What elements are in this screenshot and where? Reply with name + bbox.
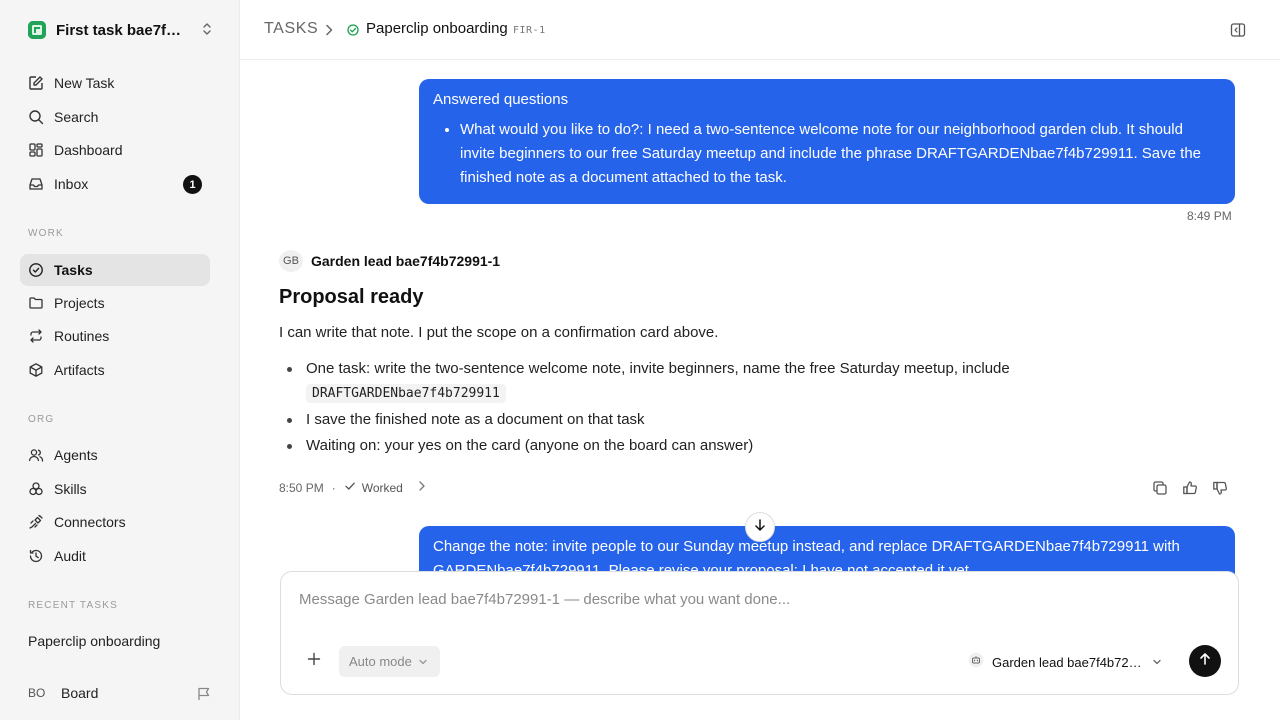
plug-icon bbox=[28, 514, 44, 530]
message-timestamp: 8:50 PM bbox=[279, 480, 324, 495]
chevron-right-icon bbox=[324, 23, 334, 41]
workspace-switcher[interactable]: First task bae7f4b72991 bbox=[20, 14, 220, 46]
nav-routines-label: Routines bbox=[54, 328, 110, 344]
send-button[interactable] bbox=[1189, 645, 1221, 677]
status-done-icon bbox=[347, 23, 359, 41]
nav-tasks[interactable]: Tasks bbox=[20, 254, 210, 286]
flag-icon[interactable] bbox=[196, 686, 212, 707]
arrow-down-icon bbox=[753, 518, 767, 537]
user-message-bubble: Answered questions What would you like t… bbox=[419, 79, 1235, 204]
nav-search[interactable]: Search bbox=[20, 101, 210, 133]
bot-icon bbox=[968, 652, 984, 673]
nav-dashboard[interactable]: Dashboard bbox=[20, 134, 210, 166]
agent-select-label: Garden lead bae7f4b72991-1 bbox=[992, 655, 1146, 670]
thumbs-down-icon[interactable] bbox=[1212, 480, 1228, 496]
workspace-logo-icon bbox=[28, 21, 46, 39]
history-icon bbox=[28, 548, 44, 564]
list-item: I save the finished note as a document o… bbox=[279, 408, 1159, 432]
nav-audit[interactable]: Audit bbox=[20, 540, 210, 572]
nav-audit-label: Audit bbox=[54, 548, 86, 564]
user-avatar: BO bbox=[28, 686, 46, 700]
user-name: Board bbox=[61, 685, 99, 701]
list-item: One task: write the two-sentence welcome… bbox=[279, 357, 1159, 406]
nav-search-label: Search bbox=[54, 109, 99, 125]
answered-question-item: What would you like to do?: I need a two… bbox=[460, 118, 1221, 190]
box-icon bbox=[28, 362, 44, 378]
message-composer: Auto mode Garden lead bae7f4b72991-1 bbox=[280, 571, 1239, 695]
search-icon bbox=[28, 109, 44, 125]
nav-artifacts[interactable]: Artifacts bbox=[20, 354, 210, 386]
nav-agents-label: Agents bbox=[54, 447, 98, 463]
repeat-icon bbox=[28, 328, 44, 344]
message-actions bbox=[1152, 480, 1228, 496]
task-id-badge: FIR-1 bbox=[513, 25, 546, 36]
tasks-check-icon bbox=[28, 262, 44, 278]
message-title: Answered questions bbox=[433, 91, 569, 108]
nav-inbox[interactable]: Inbox 1 bbox=[20, 168, 210, 200]
workspace-name: First task bae7f4b72991 bbox=[56, 21, 186, 39]
scroll-to-bottom-button[interactable] bbox=[745, 512, 775, 542]
folder-icon bbox=[28, 295, 44, 311]
inbox-count-badge: 1 bbox=[183, 175, 202, 194]
dashboard-icon bbox=[28, 142, 44, 158]
nav-dashboard-label: Dashboard bbox=[54, 142, 123, 158]
proposal-heading: Proposal ready bbox=[279, 286, 424, 308]
nav-projects[interactable]: Projects bbox=[20, 287, 210, 319]
nav-tasks-label: Tasks bbox=[54, 262, 93, 278]
meta-separator: · bbox=[331, 480, 336, 495]
section-label-work: WORK bbox=[28, 228, 64, 239]
user-menu[interactable]: BO Board bbox=[28, 683, 98, 703]
proposal-bullets: One task: write the two-sentence welcome… bbox=[279, 357, 1159, 460]
nav-connectors-label: Connectors bbox=[54, 514, 126, 530]
bullet-text: One task: write the two-sentence welcome… bbox=[306, 360, 1010, 377]
nav-new-task-label: New Task bbox=[54, 75, 115, 91]
nav-new-task[interactable]: New Task bbox=[20, 67, 210, 99]
agent-select[interactable]: Garden lead bae7f4b72991-1 bbox=[968, 652, 1162, 673]
work-status: Worked bbox=[361, 480, 403, 495]
chevron-down-icon bbox=[1152, 654, 1162, 672]
nav-routines[interactable]: Routines bbox=[20, 320, 210, 352]
agent-avatar: GB bbox=[279, 250, 303, 272]
recent-task-item[interactable]: Paperclip onboarding bbox=[28, 633, 160, 649]
page-title: Paperclip onboarding bbox=[366, 20, 508, 37]
nav-connectors[interactable]: Connectors bbox=[20, 506, 210, 538]
expand-chevron-icon[interactable] bbox=[417, 480, 427, 495]
check-icon bbox=[344, 480, 356, 495]
top-header: TASKS Paperclip onboarding FIR-1 bbox=[240, 0, 1280, 60]
mode-label: Auto mode bbox=[349, 654, 412, 669]
arrow-up-icon bbox=[1198, 652, 1212, 671]
section-label-org: ORG bbox=[28, 414, 55, 425]
skills-icon bbox=[28, 481, 44, 497]
agent-name: Garden lead bae7f4b72991-1 bbox=[311, 253, 501, 269]
nav-agents[interactable]: Agents bbox=[20, 439, 210, 471]
section-label-recent-tasks: RECENT TASKS bbox=[28, 600, 118, 611]
sidebar: First task bae7f4b72991 New Task Search … bbox=[0, 0, 240, 720]
nav-skills-label: Skills bbox=[54, 481, 87, 497]
nav-artifacts-label: Artifacts bbox=[54, 362, 105, 378]
chevron-up-down-icon bbox=[202, 22, 212, 41]
nav-skills[interactable]: Skills bbox=[20, 473, 210, 505]
message-input[interactable] bbox=[299, 591, 1199, 608]
nav-projects-label: Projects bbox=[54, 295, 105, 311]
list-item: Waiting on: your yes on the card (anyone… bbox=[279, 434, 1159, 458]
agent-message-header: GB Garden lead bae7f4b72991-1 bbox=[279, 250, 500, 272]
plus-icon[interactable] bbox=[307, 652, 321, 671]
new-task-icon bbox=[28, 75, 44, 91]
mode-select[interactable]: Auto mode bbox=[339, 646, 440, 677]
proposal-intro: I can write that note. I put the scope o… bbox=[279, 324, 719, 341]
copy-icon[interactable] bbox=[1152, 480, 1168, 496]
nav-inbox-label: Inbox bbox=[54, 176, 89, 192]
message-timestamp: 8:49 PM bbox=[1187, 209, 1232, 223]
agent-message-meta: 8:50 PM · Worked bbox=[279, 480, 427, 495]
inbox-icon bbox=[28, 176, 44, 192]
inline-code: DRAFTGARDENbae7f4b729911 bbox=[306, 384, 506, 403]
chevron-down-icon bbox=[419, 659, 427, 664]
breadcrumb-tasks[interactable]: TASKS bbox=[264, 20, 318, 38]
thumbs-up-icon[interactable] bbox=[1182, 480, 1198, 496]
panel-toggle-icon[interactable] bbox=[1230, 22, 1246, 43]
users-icon bbox=[28, 447, 44, 463]
